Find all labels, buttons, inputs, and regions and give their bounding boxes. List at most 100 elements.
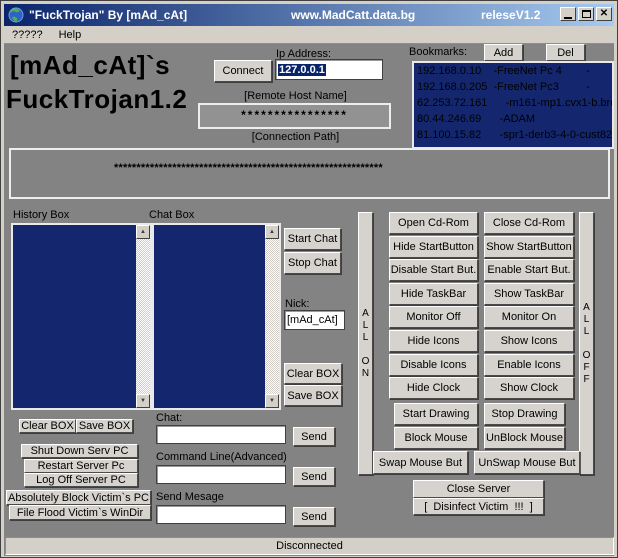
show-clock-button[interactable]: Show Clock [484, 377, 574, 399]
enable-start-button[interactable]: Enable Start But. [484, 259, 574, 281]
app-window: "FuckTrojan" By [mAd_cAt] www.MadCatt.da… [0, 0, 618, 558]
scroll-up-button[interactable]: ▲ [136, 225, 150, 239]
scroll-up-button[interactable]: ▲ [265, 225, 279, 239]
remote-host-label: [Remote Host Name] [199, 90, 392, 102]
minimize-icon [564, 17, 572, 19]
save-box-button[interactable]: Save BOX [284, 385, 342, 406]
bookmark-item[interactable]: 80.44.246.69 -ADAM [414, 111, 612, 127]
scrollbar-track[interactable] [136, 239, 150, 394]
minimize-button[interactable] [560, 7, 576, 21]
start-chat-button[interactable]: Start Chat [284, 228, 341, 250]
clear-box-small-button[interactable]: Clear BOX [19, 419, 76, 433]
menu-questions[interactable]: ????? [12, 29, 43, 41]
nick-label: Nick: [285, 298, 309, 310]
hide-icons-button[interactable]: Hide Icons [389, 330, 478, 352]
scroll-down-icon: ▼ [140, 398, 146, 404]
bookmark-item[interactable]: 81.100.15.82 -spr1-derb3-4-0-cust82.r [414, 127, 612, 143]
unblock-mouse-button[interactable]: UnBlock Mouse [484, 427, 565, 449]
send-command-button[interactable]: Send [293, 467, 335, 486]
clear-box-button[interactable]: Clear BOX [284, 363, 342, 384]
send-message-input[interactable] [156, 505, 286, 524]
close-icon: ✕ [600, 9, 608, 19]
chat-box-label: Chat Box [149, 209, 194, 221]
bookmark-add-button[interactable]: Add [484, 44, 523, 61]
show-icons-button[interactable]: Show Icons [484, 330, 574, 352]
all-on-button[interactable]: A L L O N [358, 212, 373, 475]
stop-drawing-button[interactable]: Stop Drawing [484, 403, 565, 425]
nick-input[interactable]: [mAd_cAt] [284, 310, 345, 330]
hide-taskbar-button[interactable]: Hide TaskBar [389, 283, 478, 305]
save-box-small-button[interactable]: Save BOX [76, 419, 133, 433]
swap-mouse-button[interactable]: Swap Mouse But [373, 451, 468, 474]
maximize-icon [582, 10, 591, 18]
show-taskbar-button[interactable]: Show TaskBar [484, 283, 574, 305]
file-flood-button[interactable]: File Flood Victim`s WinDir [9, 505, 151, 520]
start-drawing-button[interactable]: Start Drawing [394, 403, 478, 425]
close-cd-rom-button[interactable]: Close Cd-Rom [484, 212, 574, 234]
bookmark-item[interactable]: 192.168.0.205 -FreeNet Pc3 - [414, 79, 612, 95]
title-bar: "FuckTrojan" By [mAd_cAt] www.MadCatt.da… [4, 4, 614, 26]
globe-icon [8, 7, 24, 23]
maximize-button[interactable] [578, 7, 594, 21]
chat-scrollbar: ▲ ▼ [265, 225, 279, 408]
bookmarks-list: 192.168.0.10 -FreeNet Pc 4 - 192.168.0.2… [412, 61, 614, 149]
send-message-button[interactable]: Send [293, 507, 335, 526]
block-mouse-button[interactable]: Block Mouse [394, 427, 478, 449]
command-line-label: Command Line(Advanced) [156, 451, 287, 463]
nick-value: [mAd_cAt] [287, 314, 338, 326]
send-message-label: Send Mesage [156, 491, 224, 503]
hide-clock-button[interactable]: Hide Clock [389, 377, 478, 399]
status-bar: Disconnected [5, 537, 614, 555]
disable-icons-button[interactable]: Disable Icons [389, 354, 478, 376]
scroll-down-button[interactable]: ▼ [136, 394, 150, 408]
close-server-button[interactable]: Close Server [413, 480, 544, 498]
disable-start-button[interactable]: Disable Start But. [389, 259, 478, 281]
window-title-version: releseV1.2 [481, 8, 540, 22]
open-cd-rom-button[interactable]: Open Cd-Rom [389, 212, 478, 234]
client-area: [mAd_cAt]`s FuckTrojan1.2 Connect Ip Add… [4, 44, 614, 556]
chat-box[interactable]: ▲ ▼ [152, 223, 281, 410]
scroll-down-icon: ▼ [269, 398, 275, 404]
history-box[interactable]: ▲ ▼ [11, 223, 152, 410]
show-startbutton-button[interactable]: Show StartButton [484, 236, 574, 258]
connect-button[interactable]: Connect [214, 60, 272, 82]
brand-line2: FuckTrojan1.2 [6, 84, 187, 115]
command-line-input[interactable] [156, 465, 286, 484]
history-scrollbar: ▲ ▼ [136, 225, 150, 408]
ip-address-input[interactable]: 127.0.0.1 [275, 59, 383, 80]
window-title: "FuckTrojan" By [mAd_cAt] [29, 8, 187, 22]
restart-server-button[interactable]: Restart Server Pc [24, 459, 138, 473]
unswap-mouse-button[interactable]: UnSwap Mouse But [474, 451, 580, 474]
menu-help[interactable]: Help [59, 29, 82, 41]
close-button[interactable]: ✕ [596, 7, 612, 21]
block-victim-pc-button[interactable]: Absolutely Block Victim`s PC [6, 490, 151, 505]
chat-input-label: Chat: [156, 412, 182, 424]
remote-host-field[interactable]: **************** [198, 103, 391, 129]
remote-host-value: **************** [241, 108, 348, 122]
logoff-server-button[interactable]: Log Off Server PC [24, 473, 138, 487]
connection-path-field[interactable]: ****************************************… [9, 148, 610, 199]
shutdown-server-button[interactable]: Shut Down Serv PC [21, 444, 138, 458]
connection-path-label: [Connection Path] [199, 131, 392, 143]
enable-icons-button[interactable]: Enable Icons [484, 354, 574, 376]
bookmarks-label: Bookmarks: [409, 46, 467, 58]
connection-path-value: ****************************************… [114, 162, 383, 174]
window-controls: ✕ [560, 7, 612, 21]
monitor-on-button[interactable]: Monitor On [484, 306, 574, 328]
window-title-url: www.MadCatt.data.bg [291, 8, 415, 22]
bookmark-del-button[interactable]: Del [546, 44, 585, 61]
send-chat-button[interactable]: Send [293, 427, 335, 446]
disinfect-victim-button[interactable]: [ Disinfect Victim !!! ] [413, 498, 544, 515]
scroll-down-button[interactable]: ▼ [265, 394, 279, 408]
scrollbar-track[interactable] [265, 239, 279, 394]
stop-chat-button[interactable]: Stop Chat [284, 252, 341, 274]
status-text: Disconnected [276, 540, 343, 552]
menu-bar: ????? Help [4, 26, 614, 44]
bookmark-item[interactable]: 62.253.72.161 -m161-mp1.cvx1-b.bre [414, 95, 612, 111]
chat-input[interactable] [156, 425, 286, 444]
history-box-label: History Box [13, 209, 69, 221]
monitor-off-button[interactable]: Monitor Off [389, 306, 478, 328]
hide-startbutton-button[interactable]: Hide StartButton [389, 236, 478, 258]
bookmark-item[interactable]: 192.168.0.10 -FreeNet Pc 4 - [414, 63, 612, 79]
all-off-button[interactable]: A L L O F F [579, 212, 594, 475]
